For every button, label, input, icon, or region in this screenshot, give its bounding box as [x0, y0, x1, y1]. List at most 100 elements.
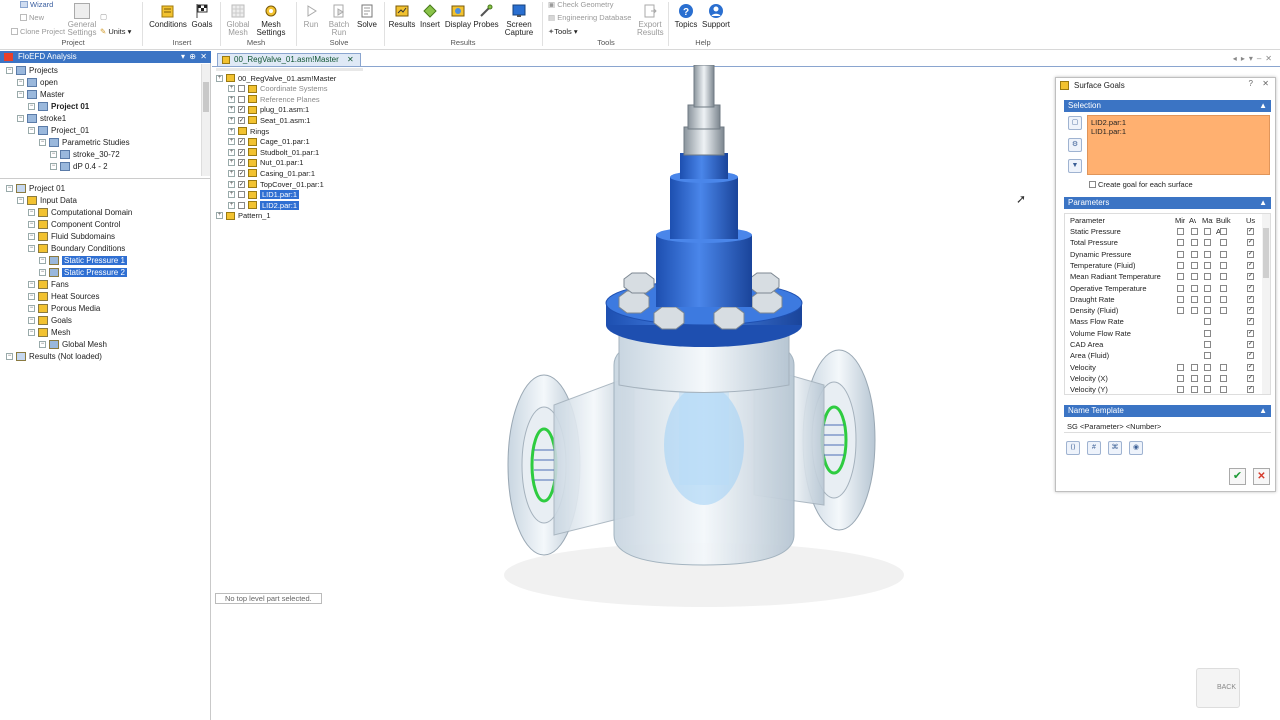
assembly-tree-item[interactable]: + Pattern_1	[216, 211, 271, 221]
expand-icon[interactable]: −	[17, 78, 24, 86]
parameter-checkbox[interactable]	[1220, 295, 1227, 303]
goals-button[interactable]: Goals	[190, 0, 214, 29]
use-checkbox[interactable]: ✓	[1247, 374, 1254, 382]
analysis-tree-item[interactable]: − Computational Domain	[28, 206, 132, 218]
analysis-tree-item[interactable]: − Static Pressure 1	[39, 254, 127, 266]
tools-dropdown[interactable]: ✦Tools ▾	[548, 27, 578, 36]
project-tree-item[interactable]: − stroke1	[17, 112, 66, 124]
visibility-checkbox[interactable]	[238, 201, 245, 209]
wizard-button[interactable]: Wizard	[20, 0, 53, 9]
analysis-tree-item[interactable]: − Project 01	[6, 182, 65, 194]
engineering-database-button[interactable]: ▤ Engineering Database	[548, 13, 631, 22]
units-button[interactable]: ✎ Units ▾	[100, 27, 131, 36]
parameter-checkbox[interactable]	[1204, 329, 1211, 337]
visibility-checkbox[interactable]: ✓	[238, 180, 245, 188]
use-checkbox[interactable]: ✓	[1247, 273, 1254, 281]
expand-icon[interactable]: +	[228, 159, 235, 167]
parameter-checkbox[interactable]	[1220, 374, 1227, 382]
splitter[interactable]	[0, 178, 210, 181]
visibility-checkbox[interactable]	[238, 85, 245, 93]
parameters-section-header[interactable]: Parameters ▲	[1064, 197, 1271, 209]
assembly-tree-item[interactable]: + ✓ Studbolt_01.par:1	[228, 147, 319, 157]
parameter-checkbox[interactable]	[1191, 363, 1198, 371]
assembly-tree-item[interactable]: + ✓ plug_01.asm:1	[228, 105, 309, 115]
parameter-checkbox[interactable]	[1191, 284, 1198, 292]
expand-icon[interactable]: +	[228, 85, 235, 93]
expand-icon[interactable]: −	[39, 268, 46, 276]
parameter-checkbox[interactable]	[1177, 295, 1184, 303]
assembly-tree-item[interactable]: + ✓ Casing_01.par:1	[228, 168, 315, 178]
expand-icon[interactable]: −	[28, 126, 35, 134]
use-checkbox[interactable]: ✓	[1247, 341, 1254, 348]
assembly-tree-item[interactable]: + Coordinate Systems	[228, 84, 328, 94]
select-all-icon[interactable]: ⚙	[1068, 138, 1082, 152]
parameter-checkbox[interactable]	[1191, 228, 1198, 235]
parameter-checkbox[interactable]	[1191, 307, 1198, 315]
parameter-checkbox[interactable]	[1204, 386, 1211, 394]
parameter-checkbox[interactable]	[1191, 250, 1198, 258]
expand-icon[interactable]: +	[216, 74, 223, 82]
parameter-row[interactable]: Velocity (X) ✓	[1069, 373, 1265, 384]
visibility-checkbox[interactable]: ✓	[238, 116, 245, 124]
window-close-icon[interactable]: ✕	[1265, 54, 1276, 63]
project-tree-item[interactable]: − open	[17, 76, 58, 88]
ok-button[interactable]: ✔	[1229, 468, 1246, 485]
expand-icon[interactable]: −	[17, 90, 24, 98]
analysis-tree-item[interactable]: − Goals	[28, 314, 72, 326]
use-checkbox[interactable]: ✓	[1247, 228, 1254, 235]
expand-icon[interactable]: −	[28, 220, 35, 228]
parameter-checkbox[interactable]	[1204, 363, 1211, 371]
expand-icon[interactable]: +	[216, 212, 223, 220]
expand-icon[interactable]: −	[28, 208, 35, 216]
assembly-tree-item[interactable]: + LID1.par:1	[228, 190, 300, 200]
parameter-checkbox[interactable]	[1204, 239, 1211, 247]
parameter-checkbox[interactable]	[1177, 374, 1184, 382]
visibility-checkbox[interactable]	[238, 95, 245, 103]
assembly-tree-item[interactable]: + Rings	[228, 126, 269, 136]
use-checkbox[interactable]: ✓	[1247, 295, 1254, 303]
parameter-checkbox[interactable]	[1220, 363, 1227, 371]
parameter-checkbox[interactable]	[1220, 284, 1227, 292]
expand-icon[interactable]: −	[28, 304, 35, 312]
close-icon[interactable]: ✕	[200, 51, 207, 63]
parameter-checkbox[interactable]	[1204, 318, 1211, 326]
expand-icon[interactable]: −	[50, 150, 57, 158]
clone-project-button[interactable]: Clone Project	[11, 27, 65, 36]
results-button[interactable]: Results	[388, 0, 416, 29]
analysis-tree-item[interactable]: − Global Mesh	[39, 338, 107, 350]
visibility-checkbox[interactable]: ✓	[238, 106, 245, 114]
project-tree-item[interactable]: − Project_01	[28, 124, 89, 136]
screen-capture-button[interactable]: Screen Capture	[500, 0, 538, 37]
face-item[interactable]: LID2.par:1	[1091, 118, 1266, 127]
analysis-tree-item[interactable]: − Fans	[28, 278, 69, 290]
expand-icon[interactable]: +	[228, 138, 235, 146]
parameter-checkbox[interactable]	[1177, 273, 1184, 281]
expand-icon[interactable]: −	[50, 162, 57, 170]
expand-icon[interactable]: +	[228, 180, 235, 188]
parameter-checkbox[interactable]	[1204, 261, 1211, 269]
project-tree-item[interactable]: − Parametric Studies	[39, 136, 130, 148]
pin-icon[interactable]: ⊕	[189, 51, 196, 63]
parameter-checkbox[interactable]	[1177, 239, 1184, 247]
selection-section-header[interactable]: Selection ▲	[1064, 100, 1271, 112]
visibility-checkbox[interactable]: ✓	[238, 148, 245, 156]
parameter-row[interactable]: Mass Flow Rate ✓	[1069, 316, 1265, 327]
parameter-row[interactable]: Static Pressure ✓	[1069, 226, 1265, 237]
conditions-button[interactable]: Conditions	[148, 0, 188, 29]
use-checkbox[interactable]: ✓	[1247, 284, 1254, 292]
parameter-checkbox[interactable]	[1191, 374, 1198, 382]
parameter-row[interactable]: Draught Rate ✓	[1069, 294, 1265, 305]
parameter-checkbox[interactable]	[1220, 228, 1227, 235]
parameter-checkbox[interactable]	[1204, 307, 1211, 315]
tab-close-icon[interactable]: ✕	[347, 55, 354, 64]
parameter-checkbox[interactable]	[1177, 386, 1184, 394]
face-item[interactable]: LID1.par:1	[1091, 127, 1266, 136]
visibility-checkbox[interactable]: ✓	[238, 138, 245, 146]
parameters-scrollbar[interactable]	[1262, 214, 1270, 394]
global-mesh-button[interactable]: Global Mesh	[224, 0, 252, 37]
visibility-checkbox[interactable]	[238, 191, 245, 199]
analysis-tree-item[interactable]: − Component Control	[28, 218, 120, 230]
expand-icon[interactable]: −	[39, 138, 46, 146]
run-button[interactable]: Run	[300, 0, 322, 29]
parameter-checkbox[interactable]	[1220, 239, 1227, 247]
